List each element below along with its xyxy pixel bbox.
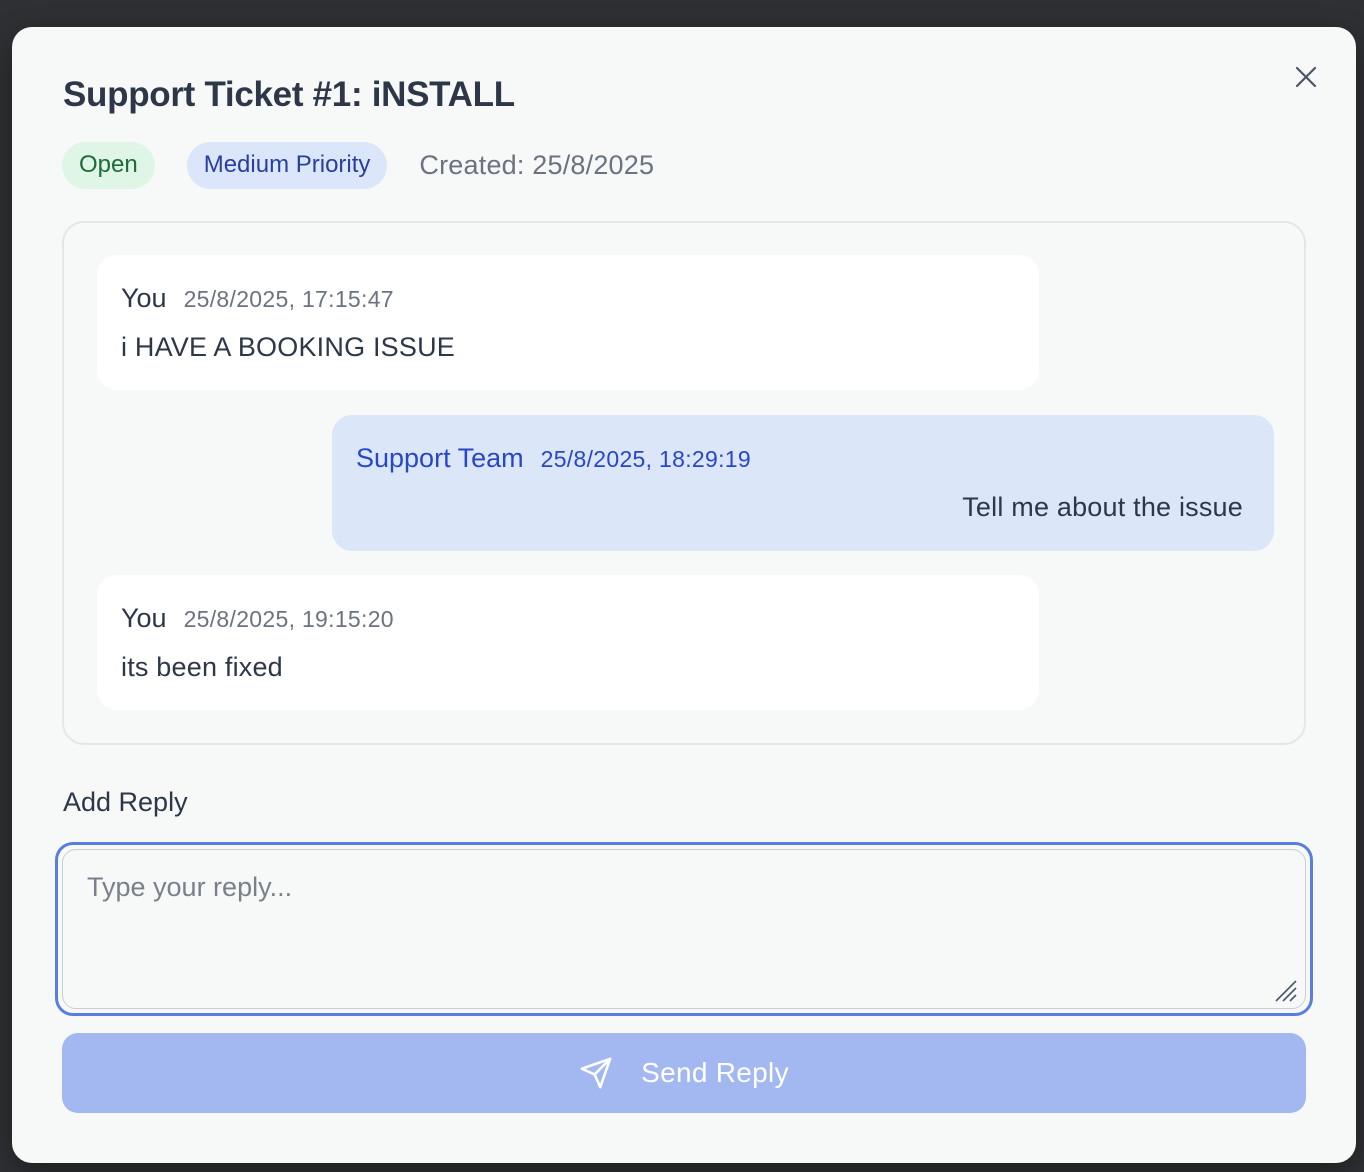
reply-input[interactable] (62, 849, 1306, 1009)
message-item: You 25/8/2025, 17:15:47 i HAVE A BOOKING… (97, 255, 1039, 390)
reply-label: Add Reply (63, 787, 188, 817)
priority-badge: Medium Priority (186, 141, 388, 189)
message-thread: You 25/8/2025, 17:15:47 i HAVE A BOOKING… (62, 221, 1306, 745)
ticket-meta: Open Medium Priority Created: 25/8/2025 (62, 141, 654, 189)
reply-field-focus-ring (55, 842, 1313, 1016)
message-text: its been fixed (121, 652, 283, 682)
created-date: Created: 25/8/2025 (419, 149, 655, 180)
ticket-modal: Support Ticket #1: iNSTALL Open Medium P… (12, 27, 1356, 1163)
message-timestamp: 25/8/2025, 17:15:47 (183, 286, 394, 312)
message-text: Tell me about the issue (962, 492, 1243, 522)
message-item: You 25/8/2025, 19:15:20 its been fixed (97, 575, 1039, 710)
send-icon (579, 1056, 613, 1090)
resize-grip-icon[interactable] (1272, 977, 1298, 1003)
message-item: Support Team 25/8/2025, 18:29:19 Tell me… (332, 415, 1274, 551)
message-sender: You (121, 603, 167, 633)
message-sender: Support Team (356, 443, 524, 473)
message-timestamp: 25/8/2025, 19:15:20 (183, 606, 394, 632)
message-timestamp: 25/8/2025, 18:29:19 (540, 446, 751, 472)
ticket-title: Support Ticket #1: iNSTALL (63, 75, 515, 114)
close-icon (1295, 66, 1317, 88)
message-text: i HAVE A BOOKING ISSUE (121, 332, 456, 362)
close-button[interactable] (1292, 63, 1320, 91)
send-reply-button[interactable]: Send Reply (62, 1033, 1306, 1113)
status-badge: Open (62, 141, 155, 189)
send-reply-label: Send Reply (641, 1057, 789, 1088)
message-sender: You (121, 283, 167, 313)
